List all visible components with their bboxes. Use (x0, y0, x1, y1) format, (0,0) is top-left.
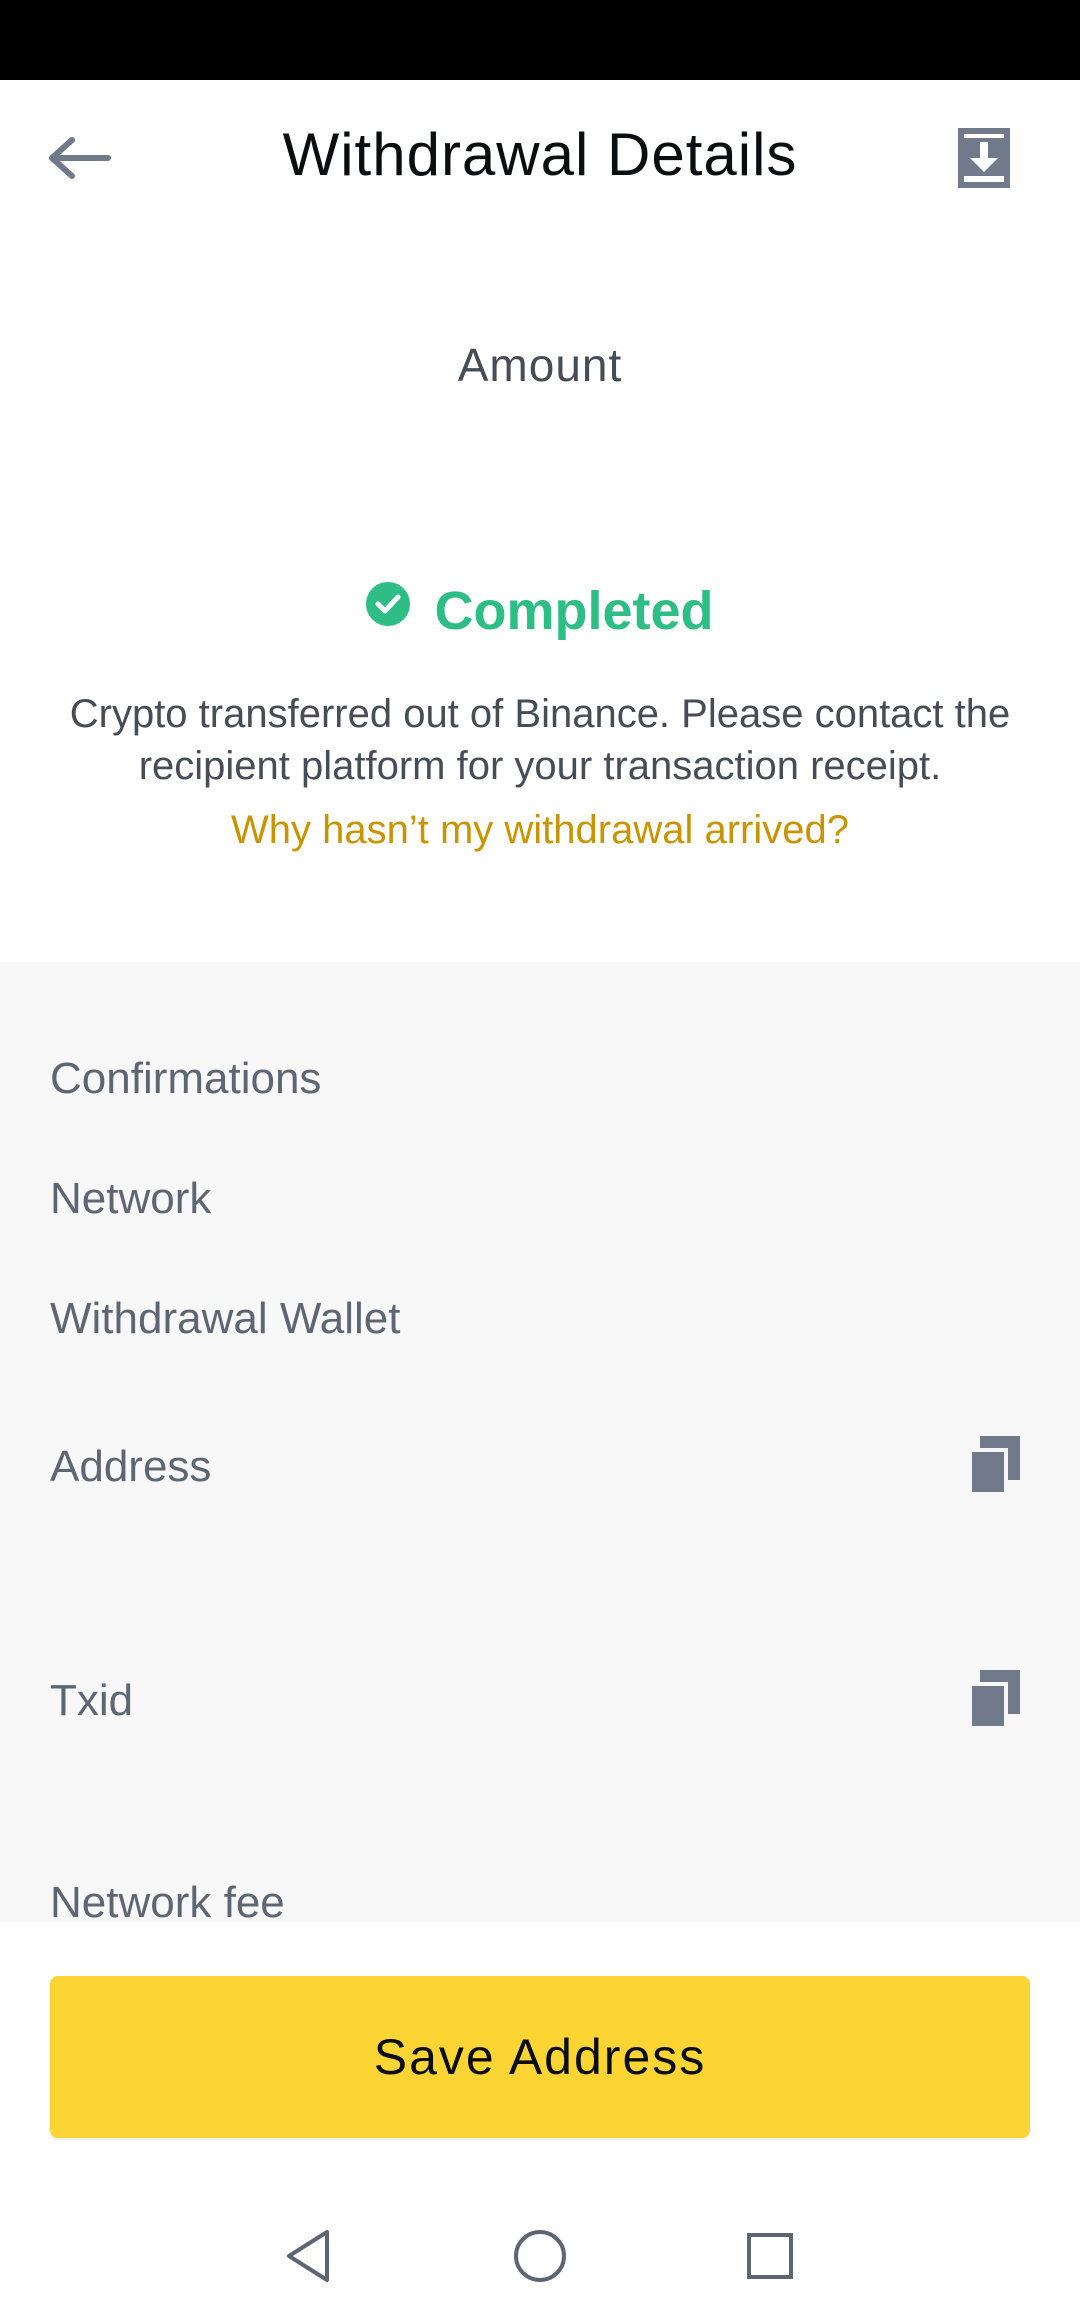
system-navigation-bar (0, 2196, 1080, 2316)
status-text: Completed (434, 581, 714, 641)
network-fee-label: Network fee (50, 1878, 285, 1927)
withdrawal-wallet-label: Withdrawal Wallet (50, 1294, 401, 1343)
status-bar (0, 0, 1080, 80)
download-icon (958, 128, 1010, 188)
confirmations-label: Confirmations (50, 1054, 322, 1103)
nav-back-button[interactable] (258, 2196, 358, 2316)
circle-home-icon (514, 2230, 566, 2282)
copy-icon (968, 1670, 1020, 1726)
copy-txid-button[interactable] (964, 1668, 1024, 1728)
details-panel: Confirmations Network Withdrawal Wallet … (0, 962, 1080, 1927)
save-address-button[interactable]: Save Address (50, 1976, 1030, 2138)
status-description: Crypto transferred out of Binance. Pleas… (69, 692, 1011, 788)
status-row: Completed (0, 576, 1080, 646)
download-button[interactable] (944, 118, 1024, 198)
network-label: Network (50, 1174, 212, 1223)
check-circle-icon (366, 582, 411, 626)
header: Withdrawal Details (0, 80, 1080, 240)
withdrawal-help-link[interactable]: Why hasn’t my withdrawal arrived? (0, 808, 1080, 853)
square-recents-icon (747, 2233, 793, 2279)
copy-icon (968, 1436, 1020, 1492)
copy-address-button[interactable] (964, 1434, 1024, 1494)
amount-label: Amount (457, 339, 623, 391)
nav-recents-button[interactable] (720, 2196, 820, 2316)
nav-home-button[interactable] (490, 2196, 590, 2316)
triangle-back-icon (287, 2230, 329, 2282)
address-label: Address (50, 1442, 212, 1491)
txid-label: Txid (50, 1676, 134, 1725)
page-title: Withdrawal Details (282, 121, 798, 188)
